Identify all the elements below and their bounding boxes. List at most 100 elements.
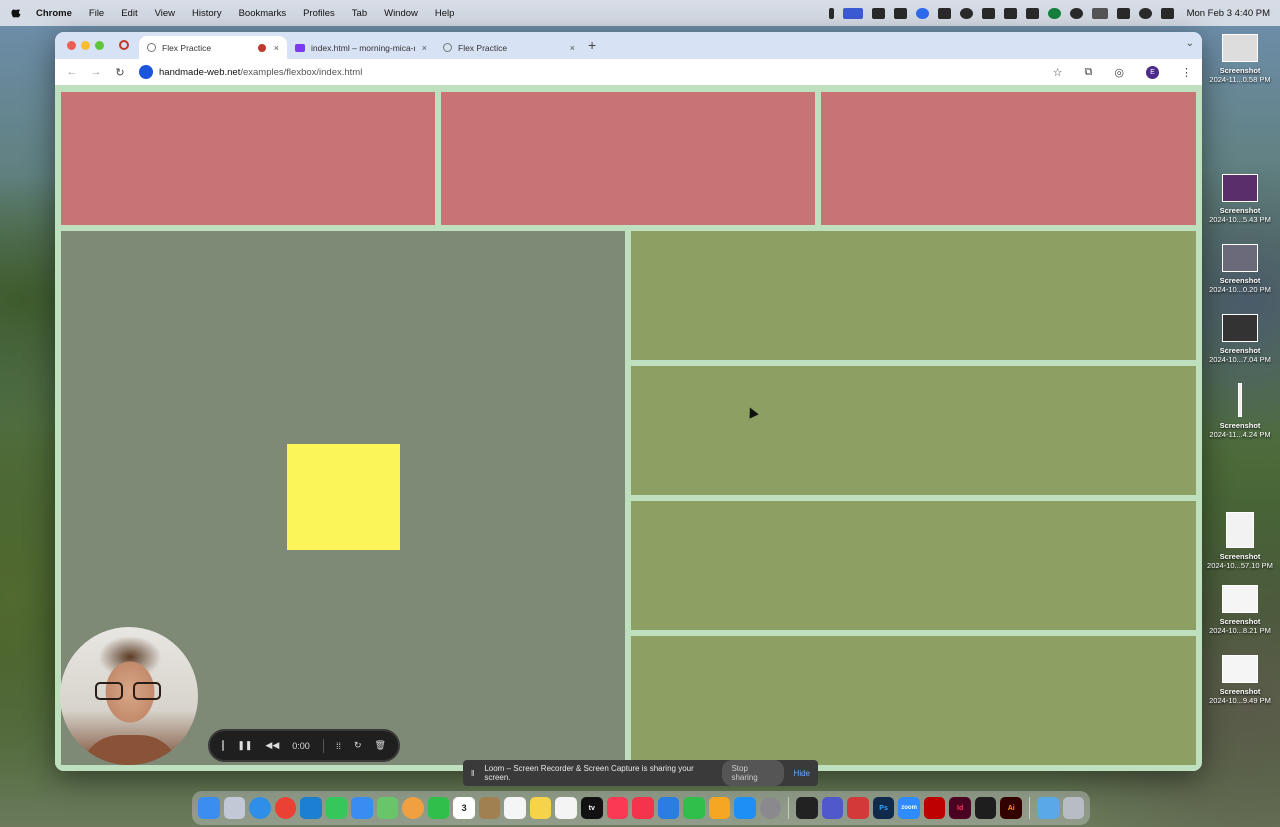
wifi-icon[interactable] — [1116, 7, 1130, 19]
desktop-file[interactable]: Screenshot 2024-11...0.58 PM — [1204, 34, 1276, 84]
clipboard-icon[interactable] — [871, 7, 885, 19]
desktop-file[interactable]: Screenshot 2024-11...4.24 PM — [1204, 383, 1276, 439]
tab-close-button[interactable]: × — [422, 43, 427, 53]
terminal-icon[interactable] — [796, 797, 818, 819]
appletv-icon[interactable]: tv — [580, 797, 603, 819]
launchpad-icon[interactable] — [223, 797, 246, 819]
desktop-file[interactable]: Screenshot 2024-10...5.43 PM — [1204, 174, 1276, 224]
extensions-icon[interactable]: ⧉ — [1085, 66, 1093, 79]
photoshop-icon[interactable]: Ps — [872, 797, 895, 819]
freeform-icon[interactable] — [555, 797, 577, 819]
numbers-icon[interactable] — [683, 797, 705, 819]
menu-edit[interactable]: Edit — [121, 8, 137, 19]
maps-icon[interactable] — [376, 797, 399, 819]
menu-extra-icon[interactable] — [893, 7, 907, 19]
stack-icon[interactable] — [1003, 7, 1017, 19]
loom-webcam-bubble[interactable] — [60, 627, 198, 765]
finder-icon[interactable] — [198, 797, 220, 819]
restart-icon[interactable]: ↻ — [354, 740, 362, 751]
battery-icon[interactable] — [1091, 7, 1108, 19]
menu-chrome[interactable]: Chrome — [36, 8, 72, 19]
figma-icon[interactable] — [974, 797, 997, 819]
stickies-icon[interactable] — [529, 797, 552, 819]
desktop-file[interactable]: Screenshot 2024-10...8.21 PM — [1204, 585, 1276, 635]
pages-icon[interactable] — [708, 797, 731, 819]
address-bar[interactable]: handmade-web.net/examples/flexbox/index.… — [159, 67, 362, 78]
app-status-icon[interactable] — [1025, 7, 1039, 19]
music-icon[interactable] — [606, 797, 629, 819]
control-center-icon[interactable] — [1160, 7, 1174, 19]
tab-index-html[interactable]: index.html – morning-mica-n × — [287, 36, 435, 59]
play-icon[interactable] — [1069, 7, 1083, 19]
trash-icon[interactable] — [1062, 797, 1085, 819]
cast-icon[interactable]: ◎ — [1114, 66, 1124, 79]
rewind-icon[interactable]: ◀◀ — [265, 740, 279, 751]
desktop-file[interactable]: Screenshot 2024-10...57.10 PM — [1204, 512, 1276, 570]
menu-tab[interactable]: Tab — [352, 8, 367, 19]
calendar-icon[interactable]: 3 — [453, 797, 475, 819]
news-icon[interactable] — [632, 797, 654, 819]
chrome-icon[interactable] — [274, 797, 297, 819]
bookmark-star-icon[interactable]: ☆ — [1053, 66, 1063, 79]
appstore-icon[interactable] — [734, 797, 756, 819]
browser-menu-button[interactable]: ⋮ — [1181, 66, 1192, 79]
keynote-icon[interactable] — [657, 797, 680, 819]
loom-status-icon[interactable] — [959, 7, 973, 19]
microphone-icon[interactable] — [828, 7, 834, 19]
vscode-icon[interactable] — [300, 797, 322, 819]
safari-icon[interactable] — [249, 797, 271, 819]
desktop-file[interactable]: Screenshot 2024-10...7.04 PM — [1204, 314, 1276, 364]
menu-bookmarks[interactable]: Bookmarks — [239, 8, 287, 19]
minimize-window-button[interactable] — [81, 41, 90, 50]
messages-icon[interactable] — [325, 797, 348, 819]
folder-icon[interactable] — [1036, 797, 1059, 819]
cloud-icon[interactable] — [981, 7, 995, 19]
zoom-icon[interactable]: zoom — [898, 797, 920, 819]
reminders-icon[interactable] — [504, 797, 526, 819]
tab-close-button[interactable]: × — [274, 43, 279, 53]
delete-icon[interactable]: 🗑 — [375, 740, 386, 751]
facetime-icon[interactable] — [427, 797, 450, 819]
maximize-window-button[interactable] — [95, 41, 104, 50]
pause-icon[interactable]: ❚❚ — [237, 740, 252, 751]
drawing-tools-icon[interactable]: ⁞⁞ — [336, 741, 341, 751]
forward-button[interactable]: → — [89, 66, 103, 78]
indesign-icon[interactable]: Id — [949, 797, 971, 819]
apple-icon[interactable] — [10, 7, 22, 19]
illustrator-icon[interactable]: Ai — [1000, 797, 1022, 819]
menu-window[interactable]: Window — [384, 8, 418, 19]
menu-profiles[interactable]: Profiles — [303, 8, 335, 19]
teams-icon[interactable] — [821, 797, 844, 819]
menu-help[interactable]: Help — [435, 8, 455, 19]
menu-file[interactable]: File — [89, 8, 104, 19]
stop-sharing-button[interactable]: Stop sharing — [722, 760, 784, 786]
tab-close-button[interactable]: × — [570, 43, 575, 53]
menu-clock[interactable]: Mon Feb 3 4:40 PM — [1187, 8, 1270, 19]
desktop-file[interactable]: Screenshot 2024-10...0.20 PM — [1204, 244, 1276, 294]
desktop-file[interactable]: Screenshot 2024-10...9.49 PM — [1204, 655, 1276, 705]
tab-flex-practice-2[interactable]: Flex Practice × — [435, 36, 583, 59]
tab-search-button[interactable]: ⌄ — [1186, 38, 1194, 49]
spotlight-icon[interactable] — [1138, 7, 1152, 19]
back-button[interactable]: ← — [65, 66, 79, 78]
close-window-button[interactable] — [67, 41, 76, 50]
profile-avatar[interactable]: E — [1146, 65, 1159, 79]
hide-button[interactable]: Hide — [794, 769, 810, 778]
scrivener-icon[interactable] — [847, 797, 869, 819]
stop-recording-icon[interactable] — [222, 740, 225, 751]
mail-icon[interactable] — [351, 797, 373, 819]
site-info-icon[interactable] — [139, 65, 153, 79]
menu-view[interactable]: View — [155, 8, 175, 19]
tab-flex-practice-1[interactable]: Flex Practice × — [139, 36, 287, 59]
new-tab-button[interactable]: + — [588, 37, 596, 53]
zoom-status-icon[interactable] — [915, 7, 929, 19]
screen-share-icon[interactable] — [842, 7, 863, 19]
grammarly-icon[interactable] — [1047, 7, 1061, 19]
menu-history[interactable]: History — [192, 8, 222, 19]
settings-icon[interactable] — [759, 797, 782, 819]
command-icon[interactable] — [937, 7, 951, 19]
photos-icon[interactable] — [402, 797, 424, 819]
filezilla-icon[interactable] — [923, 797, 946, 819]
reload-button[interactable]: ↻ — [113, 66, 127, 79]
notes-icon[interactable] — [478, 797, 501, 819]
